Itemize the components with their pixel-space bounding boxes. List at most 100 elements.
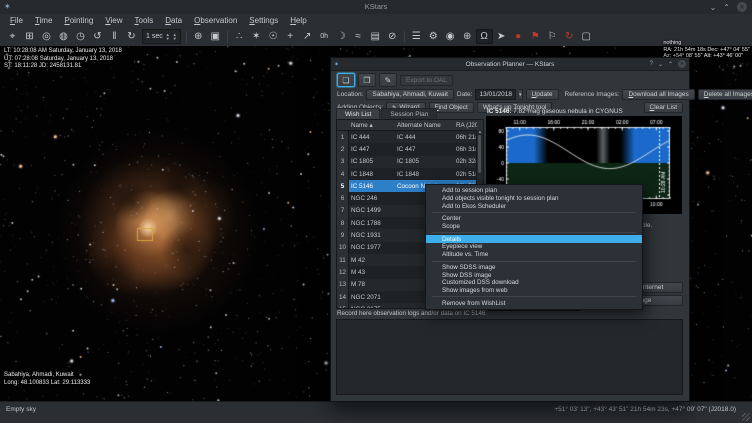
cell-name[interactable]: IC 1805 <box>349 158 395 165</box>
menu-data[interactable]: Data <box>159 15 188 26</box>
notes-textarea[interactable] <box>336 319 683 395</box>
horizon-icon[interactable]: ⊘ <box>384 29 401 44</box>
deep-sky-toggle-icon[interactable]: ✶ <box>248 29 265 44</box>
menu-pointing[interactable]: Pointing <box>58 15 99 26</box>
menu-time[interactable]: Time <box>29 15 58 26</box>
cell-name[interactable]: NGC 2175 <box>349 306 395 309</box>
close-icon[interactable]: ✕ <box>737 2 747 12</box>
menu-tools[interactable]: Tools <box>129 15 160 26</box>
table-row-ic-447[interactable]: 2IC 447IC 44706h 31m <box>337 143 483 155</box>
planets-toggle-icon[interactable]: ☉ <box>265 29 282 44</box>
table-row-ic-444[interactable]: 1IC 444IC 44406h 21m <box>337 131 483 143</box>
control-panel-icon[interactable]: ⚙ <box>425 29 442 44</box>
cell-alternate-name[interactable]: IC 447 <box>395 146 454 153</box>
dialog-close-icon[interactable]: ✕ <box>678 60 686 68</box>
update-button[interactable]: Update <box>526 89 559 100</box>
record-icon[interactable]: ● <box>510 29 527 44</box>
dialog-titlebar[interactable]: ✶ Observation Planner — KStars ? ⌄ ⌃ ✕ <box>331 58 689 71</box>
delete-all-images-button[interactable]: Delete all Images <box>698 89 752 100</box>
context-item-eyepiece-view[interactable]: Eyepiece view <box>426 243 642 251</box>
time-step-forward-icon[interactable]: ↻ <box>123 29 140 44</box>
menu-observation[interactable]: Observation <box>188 15 243 26</box>
context-item-show-sdss-image[interactable]: Show SDSS image <box>426 264 642 272</box>
zoom-window-icon[interactable]: ⊞ <box>21 29 38 44</box>
scroll-up-icon[interactable]: ▲ <box>477 130 483 134</box>
cell-name[interactable]: IC 1848 <box>349 171 395 178</box>
date-dropdown-icon[interactable]: ▾ <box>519 89 523 100</box>
context-item-add-to-session-plan[interactable]: Add to session plan <box>426 187 642 195</box>
coordinate-grid-icon[interactable]: ▤ <box>367 29 384 44</box>
stars-toggle-icon[interactable]: ∴ <box>231 29 248 44</box>
set-time-icon[interactable]: ◷ <box>72 29 89 44</box>
whats-interesting-icon[interactable]: ◉ <box>442 29 459 44</box>
cell-name[interactable]: NGC 1788 <box>349 220 395 227</box>
cell-alternate-name[interactable]: IC 1848 <box>395 171 454 178</box>
cell-name[interactable]: NGC 1931 <box>349 232 395 239</box>
geo-location-icon[interactable]: ◍ <box>55 29 72 44</box>
fov-icon[interactable]: ▢ <box>578 29 595 44</box>
time-step-value[interactable]: 1 sec <box>146 33 163 40</box>
red-flag-icon[interactable]: ⚑ <box>527 29 544 44</box>
cell-name[interactable]: IC 447 <box>349 146 395 153</box>
context-item-center[interactable]: Center <box>426 215 642 223</box>
slew-icon[interactable]: ➤ <box>493 29 510 44</box>
context-item-customized-dss-download[interactable]: Customized DSS download <box>426 279 642 287</box>
spin-arrows-icon[interactable]: ▲▼ <box>166 33 170 41</box>
resize-grip[interactable] <box>742 413 750 421</box>
hour-markers-icon[interactable]: 0h <box>316 29 333 44</box>
constellation-names-icon[interactable]: ↗ <box>299 29 316 44</box>
cell-ra[interactable]: 06h 31m <box>454 146 477 153</box>
pan-icon[interactable]: ⌖ <box>4 29 21 44</box>
find-object-icon[interactable]: ◎ <box>38 29 55 44</box>
moon-phase-icon[interactable]: ☽ <box>333 29 350 44</box>
table-row-ic-1848[interactable]: 4IC 1848IC 184802h 51m <box>337 168 483 180</box>
telescope-target-icon[interactable]: ⊕ <box>459 29 476 44</box>
cell-name[interactable]: M 78 <box>349 281 395 288</box>
menu-help[interactable]: Help <box>284 15 312 26</box>
maximize-icon[interactable]: ⌃ <box>723 3 730 12</box>
save-list-as-button[interactable]: ✎ <box>379 73 397 87</box>
column-header-name[interactable]: Name ▴ <box>349 122 395 129</box>
cell-name[interactable]: NGC 2071 <box>349 294 395 301</box>
redo-icon[interactable]: ↻ <box>561 29 578 44</box>
dialog-maximize-icon[interactable]: ⌃ <box>668 61 673 68</box>
dome-icon[interactable]: ⊕ <box>190 29 207 44</box>
open-list-button[interactable]: ❏ <box>337 73 355 87</box>
dialog-minimize-icon[interactable]: ⌄ <box>658 61 663 68</box>
context-item-altitude-vs-time[interactable]: Altitude vs. Time <box>426 251 642 259</box>
cell-name[interactable]: M 43 <box>349 269 395 276</box>
context-item-show-dss-image[interactable]: Show DSS image <box>426 271 642 279</box>
context-item-add-objects-visible-tonight-to-session-plan[interactable]: Add objects visible tonight to session p… <box>426 195 642 203</box>
location-button[interactable]: Sabahiya, Ahmadi, Kuwait <box>366 89 454 100</box>
cell-name[interactable]: NGC 1977 <box>349 244 395 251</box>
cell-ra[interactable]: 02h 51m <box>454 171 477 178</box>
column-header-ra[interactable]: RA (J20 <box>454 122 477 129</box>
scrollbar-thumb[interactable] <box>478 135 481 173</box>
menu-settings[interactable]: Settings <box>243 15 284 26</box>
context-item-add-to-ekos-scheduler[interactable]: Add to Ekos Scheduler <box>426 202 642 210</box>
cell-alternate-name[interactable]: IC 444 <box>395 134 454 141</box>
cell-ra[interactable]: 02h 32m <box>454 158 477 165</box>
download-all-images-button[interactable]: Download all Images <box>622 89 694 100</box>
cell-name[interactable]: IC 5146 <box>349 183 395 190</box>
date-input[interactable]: 13/01/2018 <box>475 89 516 100</box>
cell-name[interactable]: NGC 246 <box>349 195 395 202</box>
milky-way-icon[interactable]: ≈ <box>350 29 367 44</box>
window-titlebar[interactable]: ✶ KStars ⌄ ⌃ ✕ <box>0 0 752 15</box>
table-row-ic-1805[interactable]: 3IC 1805IC 180502h 32m <box>337 156 483 168</box>
cell-name[interactable]: NGC 1499 <box>349 207 395 214</box>
cell-ra[interactable]: 06h 21m <box>454 134 477 141</box>
context-item-remove-from-wishlist[interactable]: Remove from WishList <box>426 299 642 307</box>
table-header[interactable]: Name ▴Alternate NameRA (J20 <box>337 120 483 131</box>
context-item-details[interactable]: Details <box>426 235 642 243</box>
flag-icon[interactable]: ⚐ <box>544 29 561 44</box>
time-step-back-icon[interactable]: ↺ <box>89 29 106 44</box>
stop-clock-icon[interactable]: ‖ <box>106 29 123 44</box>
cell-name[interactable]: IC 444 <box>349 134 395 141</box>
time-step-spinbox[interactable]: 1 sec▲▼▲▼ <box>142 29 181 44</box>
menu-file[interactable]: File <box>4 15 29 26</box>
save-list-button[interactable]: ❐ <box>358 73 376 87</box>
dialog-help-icon[interactable]: ? <box>650 61 653 67</box>
cell-name[interactable]: M 42 <box>349 257 395 264</box>
device-list-icon[interactable]: ☰ <box>408 29 425 44</box>
